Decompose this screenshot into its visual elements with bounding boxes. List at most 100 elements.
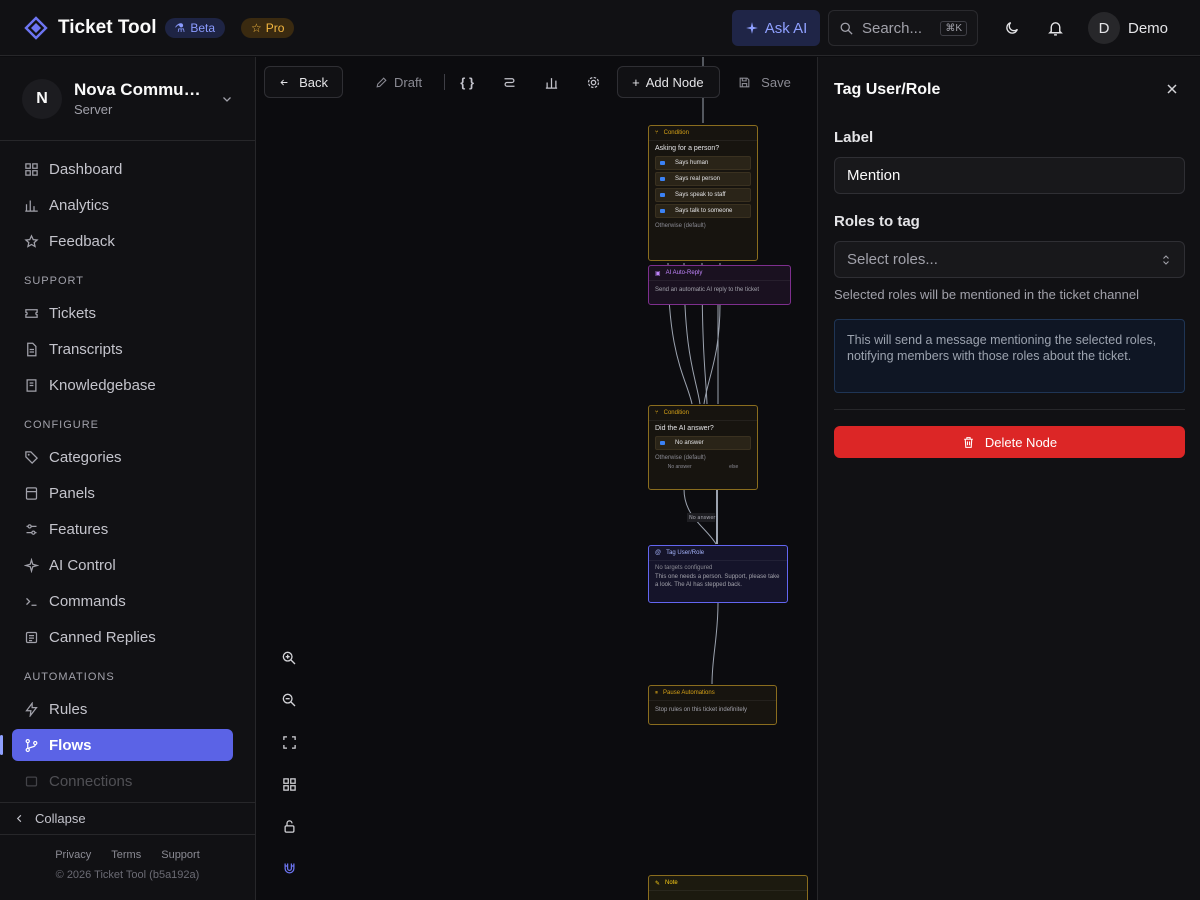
sidebar-item-commands[interactable]: Commands <box>12 585 233 617</box>
tag-user-role-node[interactable]: @ Tag User/Role No targets configured Thi… <box>648 545 788 603</box>
theme-toggle-button[interactable] <box>994 10 1030 46</box>
bar-chart-icon <box>545 77 557 89</box>
sparkle-icon <box>745 22 758 34</box>
settings-button[interactable] <box>577 66 609 98</box>
code-braces-icon: { } <box>460 74 475 90</box>
collapse-button[interactable]: Collapse <box>0 803 255 835</box>
grid-toggle-button[interactable] <box>276 771 302 797</box>
node-default-branch: Otherwise (default) <box>655 223 706 229</box>
note-node[interactable]: ✎ Note <box>648 875 808 900</box>
sidebar-item-analytics[interactable]: Analytics <box>12 189 233 221</box>
close-icon[interactable] <box>1164 81 1180 97</box>
roles-select[interactable]: Select roles... <box>834 241 1185 278</box>
notifications-button[interactable] <box>1038 10 1074 46</box>
tag-icon <box>25 450 39 464</box>
sidebar-item-knowledgebase[interactable]: Knowledgebase <box>12 369 233 401</box>
pro-label: Pro <box>265 20 285 35</box>
user-menu[interactable]: D Demo <box>1087 12 1168 44</box>
save-button[interactable]: Save <box>738 75 791 90</box>
output-label: No answer <box>667 464 692 470</box>
condition-row[interactable]: Says speak to staff <box>655 188 751 202</box>
node-settings-panel: Tag User/Role Label Mention Roles to tag… <box>817 57 1200 900</box>
sidebar-item-feedback[interactable]: Feedback <box>12 225 233 257</box>
chevron-up-down-icon <box>1163 254 1169 265</box>
server-switcher[interactable]: N Nova Community Server <box>0 57 255 141</box>
privacy-link[interactable]: Privacy <box>55 849 91 861</box>
sidebar-item-dashboard[interactable]: Dashboard <box>12 153 233 185</box>
condition-row[interactable]: Says real person <box>655 172 751 186</box>
arrow-left-icon <box>280 79 288 85</box>
node-body: Stop rules on this ticket indefinitely <box>655 707 748 713</box>
sidebar-item-label: Analytics <box>49 196 110 214</box>
snap-toggle-button[interactable] <box>276 855 302 881</box>
lock-toggle-button[interactable] <box>276 813 302 839</box>
zoom-out-button[interactable] <box>276 687 302 713</box>
pause-automations-node[interactable]: ⏸ Pause Automations Stop rules on this ti… <box>648 685 777 725</box>
list-icon <box>25 631 38 643</box>
branch-icon: ⑂ <box>655 130 659 136</box>
sidebar-item-ai-control[interactable]: AI Control <box>12 549 233 581</box>
label-input[interactable]: Mention <box>834 157 1185 194</box>
ticket-icon <box>25 308 38 318</box>
sidebar-item-rules[interactable]: Rules <box>12 693 233 725</box>
sidebar-item-flows[interactable]: Flows <box>0 729 233 761</box>
sidebar-item-features[interactable]: Features <box>12 513 233 545</box>
copyright: © 2026 Ticket Tool (b5a192a) <box>55 869 200 881</box>
node-title: Did the AI answer? <box>655 425 714 432</box>
terms-link[interactable]: Terms <box>111 849 141 861</box>
delete-node-button[interactable]: Delete Node <box>834 426 1185 458</box>
sidebar-nav: Dashboard Analytics Feedback SUPPORT Tic… <box>0 153 233 801</box>
node-type: Note <box>665 880 678 886</box>
roles-hint: Selected roles will be mentioned in the … <box>834 287 1139 302</box>
search-shortcut: ⌘K <box>940 20 967 36</box>
zoom-in-button[interactable] <box>276 645 302 671</box>
node-type: Tag User/Role <box>666 550 705 556</box>
condition-node[interactable]: ⑂ Condition Asking for a person? Says hum… <box>648 125 758 261</box>
ask-ai-label: Ask AI <box>764 19 808 37</box>
support-link[interactable]: Support <box>161 849 200 861</box>
ai-auto-reply-node[interactable]: ▣ AI Auto-Reply Send an automatic AI repl… <box>648 265 791 305</box>
star-icon: ☆ <box>251 20 262 35</box>
sidebar-item-connections[interactable]: Connections <box>12 765 233 797</box>
auto-layout-button[interactable] <box>493 66 525 98</box>
footer-links: Privacy Terms Support <box>0 849 255 861</box>
star-icon <box>24 233 39 248</box>
panel-title: Tag User/Role <box>834 81 941 98</box>
bar-chart-icon <box>25 200 38 212</box>
beta-badge: ⚗ Beta <box>164 17 225 38</box>
node-header: ▣ AI Auto-Reply <box>649 266 790 281</box>
search-placeholder: Search... <box>861 19 923 37</box>
sidebar-item-tickets[interactable]: Tickets <box>12 297 233 329</box>
node-default-branch: Otherwise (default) <box>655 455 706 461</box>
sidebar-item-panels[interactable]: Panels <box>12 477 233 509</box>
plus-icon: + <box>632 74 640 90</box>
sidebar-item-transcripts[interactable]: Transcripts <box>12 333 233 365</box>
sidebar-item-label: Knowledgebase <box>49 376 156 394</box>
collapse-label: Collapse <box>35 811 86 826</box>
panel-divider <box>834 409 1185 410</box>
stats-button[interactable] <box>535 66 567 98</box>
flow-canvas[interactable]: No answer ⑂ Condition Asking for a person… <box>256 57 816 900</box>
condition-row[interactable]: Says human <box>655 156 751 170</box>
brand[interactable]: Ticket Tool ⚗ Beta ☆ Pro <box>24 15 295 40</box>
sidebar-item-label: Feedback <box>49 232 115 250</box>
condition-node[interactable]: ⑂ Condition Did the AI answer? No answer … <box>648 405 758 490</box>
trash-icon <box>964 436 973 448</box>
ask-ai-button[interactable]: Ask AI <box>731 10 820 46</box>
condition-row[interactable]: No answer <box>655 436 751 450</box>
save-icon <box>739 77 750 87</box>
sidebar-item-label: Commands <box>49 592 126 610</box>
sidebar-item-canned-replies[interactable]: Canned Replies <box>12 621 233 653</box>
json-button[interactable]: { } <box>451 66 483 98</box>
sidebar-item-label: Categories <box>49 448 122 466</box>
back-button[interactable]: Back <box>264 66 343 98</box>
fit-view-button[interactable] <box>276 729 302 755</box>
sidebar-footer: Collapse Privacy Terms Support © 2026 Ti… <box>0 802 255 900</box>
flow-icon <box>25 738 38 752</box>
add-node-button[interactable]: + Add Node <box>617 66 721 98</box>
sidebar-item-label: Features <box>49 520 109 538</box>
condition-row[interactable]: Says talk to someone <box>655 204 751 218</box>
sidebar-item-categories[interactable]: Categories <box>12 441 233 473</box>
node-subtitle: No targets configured <box>655 565 713 571</box>
search-input[interactable]: Search... ⌘K <box>827 10 978 46</box>
